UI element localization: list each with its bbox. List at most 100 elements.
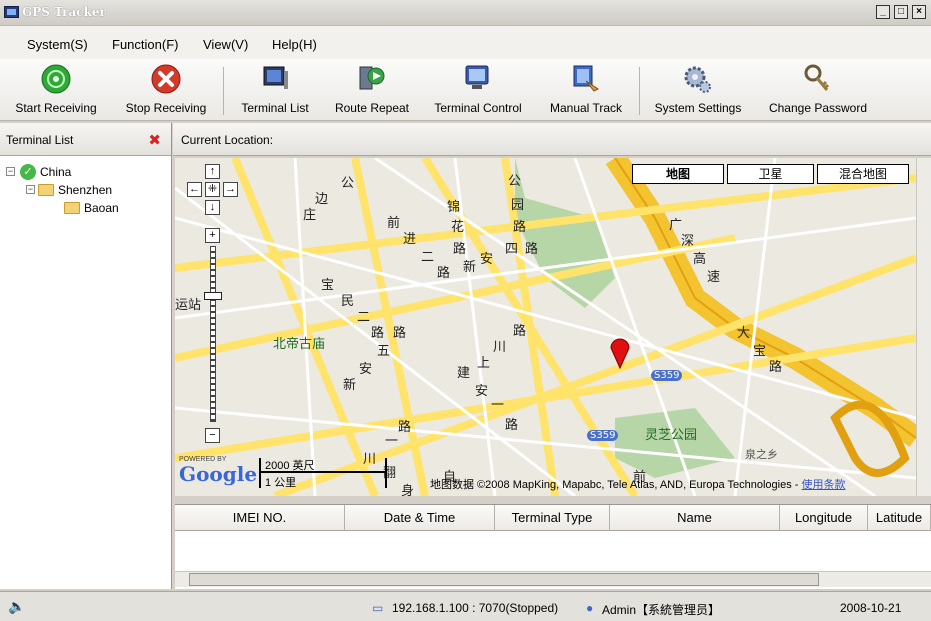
grid-horizontal-scrollbar[interactable] [175, 571, 931, 587]
map-scale: 2000 英尺 1 公里 [259, 458, 387, 489]
map-type-satellite[interactable]: 卫星 [727, 164, 814, 184]
speaker-icon[interactable]: 🔈 [8, 598, 25, 615]
map-vertical-scrollbar[interactable] [916, 158, 931, 496]
map-label: 前 [387, 216, 401, 231]
window-title: GPS Tracker [22, 5, 106, 19]
tree-node-label: Shenzhen [58, 183, 113, 197]
route-repeat-icon [359, 66, 385, 90]
column-terminal-type[interactable]: Terminal Type [495, 505, 610, 531]
terminal-control-button[interactable]: Terminal Control [422, 59, 534, 121]
map-label: 进 [403, 232, 417, 247]
scrollbar-thumb[interactable] [189, 573, 819, 586]
change-password-button[interactable]: Change Password [756, 59, 880, 121]
key-icon [804, 64, 830, 91]
map-label: 川 [493, 340, 507, 355]
terminal-control-label: Terminal Control [434, 101, 522, 115]
minimize-button[interactable]: _ [876, 5, 890, 19]
manual-track-button[interactable]: Manual Track [538, 59, 634, 121]
status-bar: 🔈 ▭ 192.168.1.100 : 7070(Stopped) ● Admi… [0, 591, 931, 621]
zoom-slider-thumb[interactable] [204, 292, 222, 300]
map-label: 路 [769, 360, 783, 375]
gear-icon [684, 66, 711, 93]
stop-receiving-label: Stop Receiving [125, 101, 207, 115]
collapse-icon[interactable]: − [26, 185, 35, 194]
column-latitude[interactable]: Latitude [868, 505, 931, 531]
map-label: 四 [505, 242, 519, 257]
map-label: 路 [371, 326, 385, 341]
pan-right-control[interactable]: → [223, 182, 238, 197]
column-name[interactable]: Name [610, 505, 780, 531]
location-header: Current Location: [173, 123, 931, 156]
terminal-list-panel: Terminal List ✖ − ✓ China − Shenzhen Bao… [0, 123, 172, 589]
map-label: 路 [437, 266, 451, 281]
pan-up-control[interactable]: ↑ [205, 164, 220, 179]
map-background [175, 158, 916, 496]
map-type-hybrid[interactable]: 混合地图 [817, 164, 909, 184]
collapse-icon[interactable]: − [6, 167, 15, 176]
map-label: 二 [357, 310, 371, 325]
map-label: 花 [451, 220, 465, 235]
map-label: 边 [315, 192, 329, 207]
app-icon [4, 6, 19, 18]
map-label: 建 [457, 366, 471, 381]
change-password-label: Change Password [768, 101, 868, 115]
maximize-button[interactable]: □ [894, 5, 908, 19]
start-receiving-icon [41, 64, 71, 94]
menu-function[interactable]: Function(F) [112, 37, 178, 52]
terminal-list-button[interactable]: Terminal List [228, 59, 322, 121]
terminal-grid: IMEI NO. Date & Time Terminal Type Name … [175, 504, 931, 589]
map-label-park: 灵芝公园 [645, 428, 698, 443]
map-view[interactable]: 地图 卫星 混合地图 ↑ ← ⁜ → ↓ + − 公 边 庄 锦 花 路 公 园… [175, 158, 916, 496]
map-label-temple: 北帝古庙 [273, 337, 326, 352]
map-label: 安 [480, 252, 494, 267]
map-label: 深 [681, 234, 695, 249]
tree-node-baoan[interactable]: Baoan [64, 199, 164, 217]
tree-node-label: Baoan [84, 201, 119, 215]
map-label: 路 [513, 220, 527, 235]
start-receiving-button[interactable]: Start Receiving [2, 59, 110, 121]
column-date-time[interactable]: Date & Time [345, 505, 495, 531]
close-button[interactable]: × [912, 5, 926, 19]
google-logo[interactable]: POWERED BY Google [179, 456, 257, 492]
pan-down-control[interactable]: ↓ [205, 200, 220, 215]
column-imei[interactable]: IMEI NO. [175, 505, 345, 531]
map-label: 公 [341, 176, 355, 191]
zoom-slider[interactable] [210, 246, 216, 422]
system-settings-label: System Settings [654, 101, 742, 115]
map-label: 民 [341, 294, 355, 309]
close-panel-icon[interactable]: ✖ [148, 131, 161, 149]
tree-node-china[interactable]: − ✓ China [6, 163, 156, 181]
map-label: 园 [511, 198, 525, 213]
map-label: 泉之乡 [745, 448, 778, 461]
terminal-control-icon [465, 65, 489, 89]
column-longitude[interactable]: Longitude [780, 505, 868, 531]
tree-node-label: China [40, 165, 72, 179]
system-settings-button[interactable]: System Settings [644, 59, 752, 121]
stop-receiving-button[interactable]: Stop Receiving [112, 59, 220, 121]
server-status: 192.168.1.100 : 7070(Stopped) [392, 601, 559, 615]
menu-help[interactable]: Help(H) [272, 37, 317, 52]
map-type-map[interactable]: 地图 [632, 164, 724, 184]
pan-left-control[interactable]: ← [187, 182, 202, 197]
start-receiving-label: Start Receiving [15, 101, 97, 115]
toolbar: Start Receiving Stop Receiving Terminal … [0, 59, 931, 121]
map-copyright: 地图数据 ©2008 MapKing, Mapabc, Tele Atlas, … [430, 479, 846, 491]
route-repeat-button[interactable]: Route Repeat [324, 59, 420, 121]
route-shield: S359 [587, 430, 619, 441]
scale-km: 1 公里 [265, 477, 297, 489]
map-label: 公 [508, 174, 522, 189]
main-panel: Current Location: 地图 卫星 混合地图 ↑ ← ⁜ → ↓ +… [173, 123, 931, 589]
manual-track-label: Manual Track [549, 101, 623, 115]
terminal-list-label: Terminal List [241, 101, 309, 115]
title-bar: GPS Tracker _ □ × [0, 0, 931, 26]
server-icon: ▭ [372, 601, 384, 615]
zoom-in-control[interactable]: + [205, 228, 220, 243]
terminal-list-header: Terminal List ✖ [0, 123, 171, 156]
menu-view[interactable]: View(V) [203, 37, 248, 52]
terms-of-use-link[interactable]: 使用条款 [802, 479, 846, 491]
zoom-out-control[interactable]: − [205, 428, 220, 443]
pan-center-control[interactable]: ⁜ [205, 182, 220, 197]
stop-receiving-icon [151, 64, 181, 94]
tree-node-shenzhen[interactable]: − Shenzhen [26, 181, 166, 199]
menu-system[interactable]: System(S) [27, 37, 88, 52]
